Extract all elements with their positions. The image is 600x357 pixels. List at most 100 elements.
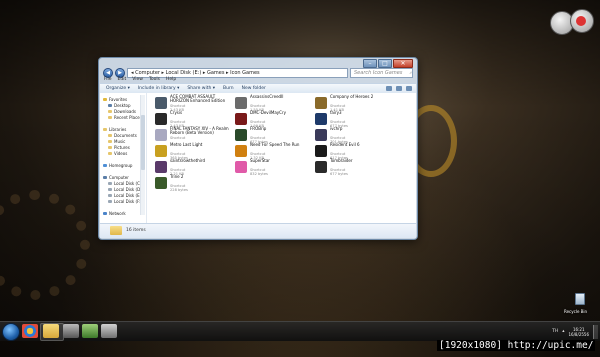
nav-label: Favorites [109, 97, 128, 102]
game-shortcut-icon [235, 113, 247, 125]
nav-label: Local Disk (F:) [114, 199, 142, 204]
computer-icon [103, 176, 107, 179]
explorer-window[interactable]: – □ ✕ ◀ ▶ ◂ Computer ▸ Local Disk (E:) ▸… [98, 57, 418, 240]
game-shortcut-icon [155, 145, 167, 157]
nav-label: Network [109, 211, 126, 216]
file-list: ACE COMBAT ASSAULT HORIZON Enhanced Edit… [150, 93, 416, 224]
show-desktop-button[interactable] [593, 324, 598, 339]
file-item[interactable]: Tombraider Shortcut 677 bytes [315, 158, 393, 177]
network-app-icon[interactable] [82, 324, 98, 338]
nav-label: Libraries [109, 127, 127, 132]
game-shortcut-icon [235, 161, 247, 173]
file-name: ACE COMBAT ASSAULT HORIZON Enhanced Edit… [170, 94, 226, 104]
nav-scrollbar[interactable] [140, 95, 145, 215]
recycle-bin-label: Recycle Bin [564, 309, 588, 314]
game-shortcut-icon [155, 177, 167, 189]
file-size: 228 bytes [170, 188, 188, 192]
file-size: 832 bytes [250, 172, 268, 176]
drive-icon [108, 194, 112, 197]
file-name: Crysis [170, 110, 183, 115]
network-icon [103, 212, 107, 215]
videos-icon [108, 152, 112, 155]
recycle-bin-icon [575, 293, 585, 305]
status-bar: 16 items [100, 223, 416, 238]
game-shortcut-icon [315, 129, 327, 141]
nav-desktop[interactable]: Desktop [108, 103, 131, 108]
taskbar: TH ▴ 16:21 16/8/2556 [0, 321, 600, 341]
nav-pictures[interactable]: Pictures [108, 145, 130, 150]
drive-icon [108, 188, 112, 191]
file-name: Tombraider [330, 158, 353, 163]
nav-label: Homegroup [109, 163, 133, 168]
share-with-button[interactable]: Share with ▾ [187, 86, 215, 91]
view-controls [386, 86, 416, 91]
file-name: ivchrp [330, 126, 343, 131]
file-name: Resident Evil 6 [330, 142, 360, 147]
start-button[interactable] [2, 323, 20, 341]
file-name: FROBrip [250, 126, 267, 131]
address-row: ◀ ▶ ◂ Computer ▸ Local Disk (E:) ▸ Games… [103, 67, 413, 78]
burn-button[interactable]: Burn [223, 86, 234, 91]
file-name: saintsrowthethird [170, 158, 206, 163]
homegroup-icon [103, 164, 107, 167]
file-name: FINAL FANTASY XIV - A Realm Reborn (Beta… [170, 126, 229, 136]
search-icon: ⌕ [409, 69, 412, 76]
nav-drive-f[interactable]: Local Disk (F:) [108, 199, 142, 204]
app-icon[interactable] [63, 324, 79, 338]
desktop-icon [108, 104, 112, 107]
include-in-library-button[interactable]: Include in library ▾ [138, 86, 180, 91]
help-icon[interactable] [406, 86, 412, 91]
game-shortcut-icon [315, 113, 327, 125]
file-name: SuperStar [250, 158, 270, 163]
forward-button[interactable]: ▶ [115, 67, 125, 78]
desktop-gadget[interactable] [548, 8, 594, 35]
nav-label: Local Disk (D:) [114, 187, 144, 192]
scrollbar-thumb[interactable] [141, 115, 145, 170]
nav-recent-places[interactable]: Recent Places [108, 115, 142, 120]
preview-pane-icon[interactable] [396, 86, 402, 91]
new-folder-button[interactable]: New folder [242, 86, 266, 91]
star-icon [103, 98, 107, 101]
clock-date: 16/8/2556 [568, 331, 589, 337]
file-item[interactable]: SuperStar Shortcut 832 bytes [235, 158, 313, 177]
tray-arrow-icon[interactable]: ▴ [562, 329, 564, 334]
recent-places-icon [108, 116, 112, 119]
nav-label: Pictures [114, 145, 130, 150]
nav-drive-c[interactable]: Local Disk (C:) [108, 181, 143, 186]
file-name: Metro Last Light [170, 142, 203, 147]
nav-label: Music [114, 139, 126, 144]
recycle-bin[interactable] [571, 293, 587, 307]
address-bar[interactable]: ◂ Computer ▸ Local Disk (E:) ▸ Games ▸ I… [127, 67, 348, 78]
nav-network[interactable]: Network [103, 211, 126, 216]
file-size: 677 bytes [330, 172, 348, 176]
folder-icon [43, 324, 59, 338]
file-item[interactable]: Trine 2 Shortcut 228 bytes [155, 174, 233, 193]
back-button[interactable]: ◀ [103, 67, 113, 78]
nav-label: Desktop [114, 103, 131, 108]
nav-label: Documents [114, 133, 137, 138]
nav-libraries[interactable]: Libraries [103, 127, 126, 132]
clock[interactable]: 16:21 16/8/2556 [568, 327, 589, 337]
nav-label: Recent Places [114, 115, 142, 120]
nav-drive-e[interactable]: Local Disk (E:) [108, 193, 143, 198]
nav-videos[interactable]: Videos [108, 151, 127, 156]
nav-drive-d[interactable]: Local Disk (D:) [108, 187, 143, 192]
tools-icon[interactable] [101, 324, 117, 338]
game-shortcut-icon [155, 161, 167, 173]
nav-homegroup[interactable]: Homegroup [103, 163, 132, 168]
window-content: Favorites Desktop Downloads Recent Place… [100, 93, 416, 224]
nav-computer[interactable]: Computer [103, 175, 129, 180]
game-shortcut-icon [315, 145, 327, 157]
chrome-icon[interactable] [22, 324, 38, 338]
nav-label: Videos [114, 151, 128, 156]
nav-favorites[interactable]: Favorites [103, 97, 127, 102]
language-indicator[interactable]: TH [552, 329, 558, 334]
file-name: fairy3 [330, 110, 342, 115]
nav-downloads[interactable]: Downloads [108, 109, 136, 114]
game-shortcut-icon [235, 129, 247, 141]
search-input[interactable]: Search Icon Games ⌕ [350, 67, 413, 78]
change-view-icon[interactable] [386, 86, 392, 91]
nav-music[interactable]: Music [108, 139, 125, 144]
organize-button[interactable]: Organize ▾ [106, 86, 130, 91]
nav-documents[interactable]: Documents [108, 133, 137, 138]
